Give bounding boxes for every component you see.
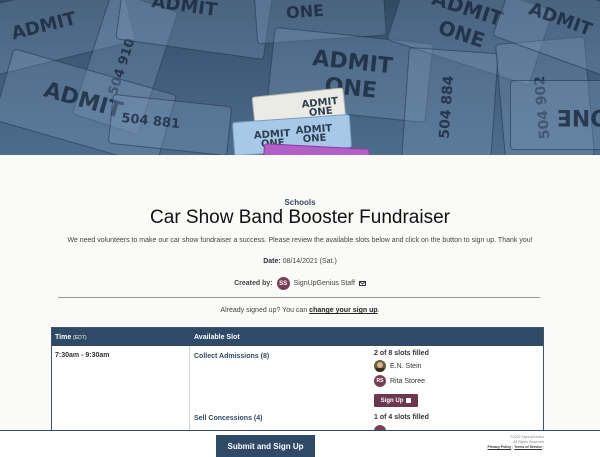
slot-name: Sell Concessions (4) <box>194 415 263 422</box>
terms-link[interactable]: Terms of Service <box>514 445 542 449</box>
column-divider <box>189 346 190 438</box>
submit-signup-button[interactable]: Submit and Sign Up <box>216 435 315 457</box>
footer-bar: Submit and Sign Up ©2022 SignUpGenius Al… <box>0 430 600 457</box>
legal-links: ©2022 SignUpGenius All Rights Reserved P… <box>487 435 545 449</box>
creator-label: Created by: <box>234 280 273 287</box>
table-header: Time (EDT) Available Slot <box>52 328 543 346</box>
banner-ticket: 504 884 <box>401 46 499 155</box>
avatar: SS <box>276 277 290 290</box>
slots-filled: 2 of 8 slots filled <box>374 350 429 357</box>
volunteer: E.N. Stein <box>374 360 422 372</box>
signup-content: Schools Car Show Band Booster Fundraiser… <box>0 155 600 438</box>
volunteer: RS Rita Storee <box>374 375 425 387</box>
event-date: Date: 08/14/2021 (Sat.) <box>263 258 337 265</box>
col-time-header: Time (EDT) <box>55 334 87 341</box>
col-slot-header: Available Slot <box>194 334 240 341</box>
slot-name: Collect Admissions (8) <box>194 353 270 360</box>
creator-info: Created by: SS SignUpGenius Staff <box>0 277 600 290</box>
avatar <box>374 360 386 372</box>
sign-up-button[interactable]: Sign Up <box>374 394 418 407</box>
checkbox-icon[interactable] <box>406 398 412 403</box>
privacy-policy-link[interactable]: Privacy Policy <box>488 445 512 449</box>
creator-name: SignUpGenius Staff <box>293 280 355 287</box>
divider <box>58 297 540 298</box>
slots-table: Time (EDT) Available Slot 7:30am - 9:30a… <box>51 327 544 438</box>
banner-ticket: ONE <box>510 80 600 150</box>
page-title: Car Show Band Booster Fundraiser <box>150 207 450 228</box>
category-label: Schools <box>284 198 316 207</box>
avatar: RS <box>374 375 386 387</box>
mail-icon[interactable] <box>358 281 366 286</box>
slot-time: 7:30am - 9:30am <box>55 352 110 359</box>
slots-filled: 1 of 4 slots filled <box>374 414 429 421</box>
change-signup-link[interactable]: change your sign up <box>309 307 377 314</box>
already-signed-up: Already signed up? You can change your s… <box>220 307 380 314</box>
description: We need volunteers to make our car show … <box>67 237 533 244</box>
